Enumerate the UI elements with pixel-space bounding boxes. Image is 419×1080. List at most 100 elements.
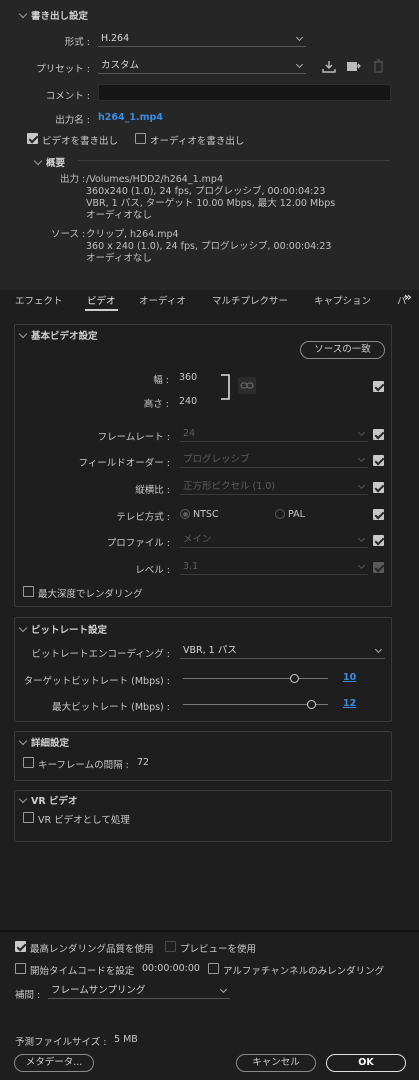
ok-button[interactable]: OK — [326, 1054, 406, 1072]
tab-audio[interactable]: オーディオ — [139, 293, 186, 307]
field-order-checkbox[interactable] — [373, 455, 384, 466]
tv-ntsc-label: NTSC — [193, 509, 219, 520]
format-label: 形式 : — [64, 37, 90, 48]
link-bracket-icon — [221, 374, 230, 400]
alpha-only-label: アルファチャンネルのみレンダリング — [223, 966, 385, 977]
profile-dropdown[interactable]: メイン — [180, 533, 368, 548]
chevron-down-icon — [357, 428, 366, 437]
chevron-down-icon — [357, 454, 366, 463]
footer-divider — [0, 930, 419, 932]
chain-link-icon[interactable] — [238, 377, 256, 394]
height-label: 高さ : — [143, 399, 169, 410]
export-audio-checkbox[interactable] — [135, 133, 146, 144]
format-dropdown[interactable]: H.264 — [98, 32, 306, 47]
tv-ntsc-radio[interactable] — [180, 509, 190, 519]
aspect-label: 縦横比 : — [135, 485, 170, 496]
summary-header[interactable]: 概要 — [33, 155, 65, 169]
max-render-quality-label: 最高レンダリング品質を使用 — [30, 944, 154, 955]
keyframe-checkbox[interactable] — [23, 757, 34, 768]
chevron-down-icon — [374, 645, 383, 654]
summary-source-line-1: クリップ, h264.mp4 — [86, 229, 179, 240]
active-tab-underline — [85, 309, 118, 311]
frame-rate-label: フレームレート : — [97, 432, 170, 443]
comment-input[interactable] — [98, 84, 391, 101]
export-settings-header[interactable]: 書き出し設定 — [18, 8, 88, 22]
summary-output-line-2: 360x240 (1.0), 24 fps, プログレッシブ, 00:00:04… — [86, 186, 326, 197]
bitrate-encoding-dropdown[interactable]: VBR, 1 パス — [180, 644, 385, 659]
summary-source-line-3: オーディオなし — [86, 253, 152, 264]
level-label: レベル : — [135, 565, 170, 576]
summary-output-line-4: オーディオなし — [86, 210, 152, 221]
advanced-header[interactable]: 詳細設定 — [18, 735, 69, 749]
summary-output-line-3: VBR, 1 パス, ターゲット 10.00 Mbps, 最大 12.00 Mb… — [86, 198, 336, 209]
advanced-section — [14, 731, 392, 781]
chevron-down-icon — [18, 736, 28, 745]
level-checkbox[interactable] — [373, 562, 384, 573]
max-depth-label: 最大深度でレンダリング — [38, 589, 143, 600]
width-label: 幅 : — [153, 375, 169, 386]
tv-standard-label: テレビ方式 : — [116, 512, 170, 523]
frame-rate-dropdown[interactable]: 24 — [180, 427, 368, 442]
output-name-link[interactable]: h264_1.mp4 — [98, 112, 163, 123]
summary-output-line-1: /Volumes/HDD2/h264_1.mp4 — [86, 174, 223, 185]
tab-effects[interactable]: エフェクト — [15, 293, 63, 307]
vr-header[interactable]: VR ビデオ — [18, 793, 77, 807]
metadata-button[interactable]: メタデータ... — [14, 1054, 94, 1072]
vr-process-label: VR ビデオとして処理 — [38, 815, 130, 826]
height-value[interactable]: 240 — [179, 396, 197, 407]
target-bitrate-label: ターゲットビットレート (Mbps) : — [23, 676, 170, 687]
export-video-checkbox[interactable] — [27, 133, 38, 144]
aspect-dropdown[interactable]: 正方形ピクセル (1.0) — [180, 480, 368, 495]
use-previews-checkbox[interactable] — [165, 941, 176, 952]
target-bitrate-value[interactable]: 10 — [343, 672, 356, 683]
summary-source-label: ソース : — [51, 229, 86, 240]
target-bitrate-slider-track[interactable] — [183, 678, 328, 679]
alpha-only-checkbox[interactable] — [208, 963, 219, 974]
aspect-checkbox[interactable] — [373, 482, 384, 493]
profile-label: プロファイル : — [106, 538, 170, 549]
chevron-down-icon — [357, 481, 366, 490]
frame-rate-checkbox[interactable] — [373, 429, 384, 440]
tv-pal-radio[interactable] — [275, 509, 285, 519]
profile-checkbox[interactable] — [373, 535, 384, 546]
save-preset-icon[interactable] — [322, 60, 336, 73]
chevron-down-icon — [18, 9, 28, 18]
field-order-label: フィールドオーダー : — [78, 458, 170, 469]
import-preset-icon[interactable] — [346, 60, 361, 73]
keyframe-label: キーフレームの間隔 : — [38, 760, 129, 771]
interpolation-dropdown[interactable]: フレームサンプリング — [48, 984, 230, 999]
export-audio-label: オーディオを書き出し — [150, 136, 245, 147]
field-order-dropdown[interactable]: プログレッシブ — [180, 453, 368, 468]
tab-overflow-icon[interactable]: » — [404, 290, 412, 304]
bitrate-header[interactable]: ビットレート設定 — [18, 622, 107, 636]
max-bitrate-value[interactable]: 12 — [343, 698, 356, 709]
width-value[interactable]: 360 — [179, 372, 197, 383]
summary-output-label: 出力 : — [60, 174, 86, 185]
max-render-quality-checkbox[interactable] — [15, 941, 26, 952]
output-name-label: 出力名 : — [55, 115, 90, 126]
vr-process-checkbox[interactable] — [23, 812, 34, 823]
tab-video[interactable]: ビデオ — [87, 293, 116, 307]
tab-captions[interactable]: キャプション — [314, 293, 371, 307]
chevron-down-icon — [357, 534, 366, 543]
preset-dropdown[interactable]: カスタム — [98, 59, 306, 74]
cancel-button[interactable]: キャンセル — [236, 1054, 316, 1072]
match-source-button[interactable]: ソースの一致 — [300, 341, 385, 359]
summary-source-line-2: 360 x 240 (1.0), 24 fps, プログレッシブ, 00:00:… — [86, 241, 332, 252]
tab-multiplexer[interactable]: マルチプレクサー — [212, 293, 288, 307]
level-dropdown[interactable]: 3.1 — [180, 560, 368, 575]
max-depth-checkbox[interactable] — [23, 586, 34, 597]
dimensions-checkbox[interactable] — [373, 381, 384, 392]
chevron-down-icon — [219, 985, 228, 994]
tv-standard-checkbox[interactable] — [373, 509, 384, 520]
trash-icon[interactable] — [373, 59, 384, 73]
chevron-down-icon — [18, 329, 28, 338]
start-timecode-value[interactable]: 00:00:00:00 — [142, 963, 200, 974]
chevron-down-icon — [295, 60, 304, 69]
basic-video-header[interactable]: 基本ビデオ設定 — [18, 328, 98, 342]
max-bitrate-slider-thumb[interactable] — [307, 700, 317, 709]
keyframe-value[interactable]: 72 — [137, 757, 149, 768]
target-bitrate-slider-thumb[interactable] — [289, 674, 299, 683]
start-timecode-checkbox[interactable] — [15, 963, 26, 974]
chevron-down-icon — [33, 156, 43, 165]
